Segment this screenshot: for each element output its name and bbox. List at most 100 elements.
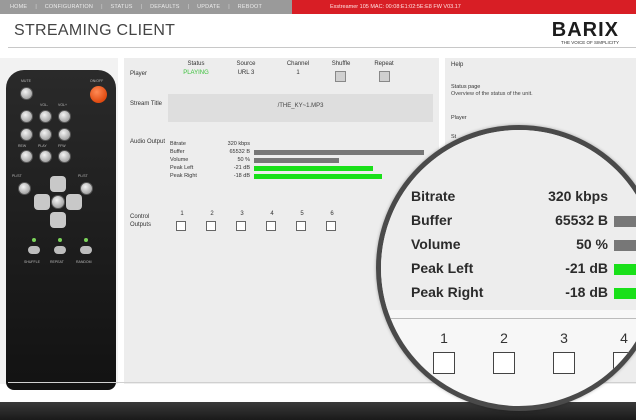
magnified-peak-right-meter <box>614 288 636 299</box>
remote-button-icon <box>39 128 52 141</box>
help-status-heading: Status page <box>451 84 481 90</box>
audio-peak-left-meter <box>254 166 373 171</box>
magnified-buffer-label: Buffer <box>411 212 453 228</box>
power-button-icon <box>90 86 107 103</box>
nav-defaults[interactable]: DEFAULTS <box>150 4 180 10</box>
control-output-checkbox[interactable] <box>176 221 186 231</box>
dpad-up-icon <box>50 176 66 192</box>
top-bar: HOME | CONFIGURATION | STATUS | DEFAULTS… <box>0 0 636 14</box>
nav-update[interactable]: UPDATE <box>197 4 220 10</box>
remote-label-vol-down: VOL- <box>40 103 49 107</box>
screenshot-stage: HOME | CONFIGURATION | STATUS | DEFAULTS… <box>0 0 636 420</box>
nav-status[interactable]: STATUS <box>111 4 133 10</box>
player-channel-value: 1 <box>296 70 300 76</box>
help-player-heading: Player <box>451 115 467 121</box>
status-header: Status <box>187 61 205 67</box>
nav-separator: | <box>35 4 37 10</box>
remote-button-icon <box>39 150 52 163</box>
audio-buffer-value: 65532 B <box>229 149 251 155</box>
magnified-bitrate-value: 320 kbps <box>548 188 608 204</box>
audio-peak-left-label: Peak Left <box>170 165 194 171</box>
audio-bitrate-label: Bitrate <box>170 141 186 147</box>
magnified-control-number: 1 <box>440 330 448 346</box>
audio-peak-right-value: -18 dB <box>233 173 250 179</box>
remote-label-playlist-right: PL/ST <box>78 174 88 178</box>
audio-volume-meter <box>254 158 339 163</box>
stream-title-label: Stream Title <box>130 101 163 107</box>
remote-button-icon <box>58 110 71 123</box>
remote-button-icon <box>58 128 71 141</box>
magnified-volume-meter <box>614 240 636 251</box>
magnified-control-number: 4 <box>620 330 628 346</box>
repeat-header: Repeat <box>374 61 394 67</box>
dpad-right-icon <box>66 194 82 210</box>
audio-bitrate-value: 320 kbps <box>227 141 250 147</box>
remote-button-icon <box>20 110 33 123</box>
shuffle-header: Shuffle <box>331 61 351 67</box>
magnified-control-checkbox <box>553 352 575 374</box>
remote-label-mute: MUTE <box>21 79 31 83</box>
audio-peak-right-label: Peak Right <box>170 173 197 179</box>
remote-button-icon <box>20 150 33 163</box>
remote-label-vol-up: VOL+ <box>58 103 68 107</box>
magnified-peak-right-label: Peak Right <box>411 284 484 300</box>
nav-home[interactable]: HOME <box>10 4 27 10</box>
nav-separator: | <box>187 4 190 10</box>
remote-button-icon <box>20 128 33 141</box>
remote-label-random: RANDOM <box>76 260 92 264</box>
dpad-center-icon <box>51 195 65 209</box>
remote-button-icon <box>58 150 71 163</box>
led-icon <box>58 238 62 242</box>
nav-separator: | <box>228 4 230 10</box>
control-output-checkbox[interactable] <box>266 221 276 231</box>
nav-separator: | <box>101 4 103 10</box>
remote-button-icon <box>18 182 31 195</box>
control-output-number: 3 <box>240 211 244 217</box>
magnifier-lens: Bitrate 320 kbps Buffer 65532 B Volume 50 % Pe… <box>376 125 636 411</box>
player-source-value: URL 3 <box>237 70 255 76</box>
shuffle-checkbox[interactable] <box>335 71 346 82</box>
control-output-number: 6 <box>330 211 334 217</box>
control-output-checkbox[interactable] <box>296 221 306 231</box>
remote-button-icon <box>28 246 40 254</box>
led-icon <box>32 238 36 242</box>
stream-title-box: /THE_KY~1.MP3 <box>168 94 433 122</box>
repeat-checkbox[interactable] <box>379 71 390 82</box>
remote-button-icon <box>39 110 52 123</box>
audio-volume-label: Volume <box>170 157 189 163</box>
magnified-divider <box>381 318 636 319</box>
magnified-buffer-meter <box>614 216 636 227</box>
nav-reboot[interactable]: REBOOT <box>238 4 262 10</box>
remote-label-shuffle: SHUFFLE <box>24 260 40 264</box>
remote-button-icon <box>54 246 66 254</box>
main-nav: HOME | CONFIGURATION | STATUS | DEFAULTS… <box>0 0 292 14</box>
control-output-number: 1 <box>180 211 184 217</box>
remote-label-playlist-left: PL/ST <box>12 174 22 178</box>
magnifier-content: Bitrate 320 kbps Buffer 65532 B Volume 50 % Pe… <box>381 130 636 406</box>
control-outputs-label: Control Outputs <box>130 214 152 228</box>
help-title: Help <box>451 62 464 68</box>
player-status-value: PLAYING <box>183 70 209 76</box>
magnified-bitrate-label: Bitrate <box>411 188 456 204</box>
player-label: Player <box>130 71 148 77</box>
audio-peak-left-value: -21 dB <box>233 165 250 171</box>
control-output-checkbox[interactable] <box>326 221 336 231</box>
control-output-checkbox[interactable] <box>236 221 246 231</box>
magnified-control-number: 2 <box>500 330 508 346</box>
control-output-checkbox[interactable] <box>206 221 216 231</box>
audio-buffer-label: Buffer <box>170 149 185 155</box>
remote-button-icon <box>80 182 93 195</box>
nav-separator: | <box>140 4 143 10</box>
remote-label-power: ON/OFF <box>90 79 104 83</box>
magnified-buffer-value: 65532 B <box>555 212 608 228</box>
magnified-volume-value: 50 % <box>576 236 608 252</box>
source-header: Source <box>236 61 256 67</box>
remote-label-play: PLAY <box>38 144 47 148</box>
magnified-peak-left-value: -21 dB <box>565 260 608 276</box>
device-info-bar: Exstreamer 105 MAC: 00:08:E1:02:5E:E8 FW… <box>292 0 636 14</box>
logo-tagline: THE VOICE OF SIMPLICITY <box>560 40 619 45</box>
magnified-volume-label: Volume <box>411 236 461 252</box>
remote-label-rew: REW <box>18 144 27 148</box>
nav-configuration[interactable]: CONFIGURATION <box>45 4 93 10</box>
audio-output-label: Audio Output <box>130 139 166 145</box>
